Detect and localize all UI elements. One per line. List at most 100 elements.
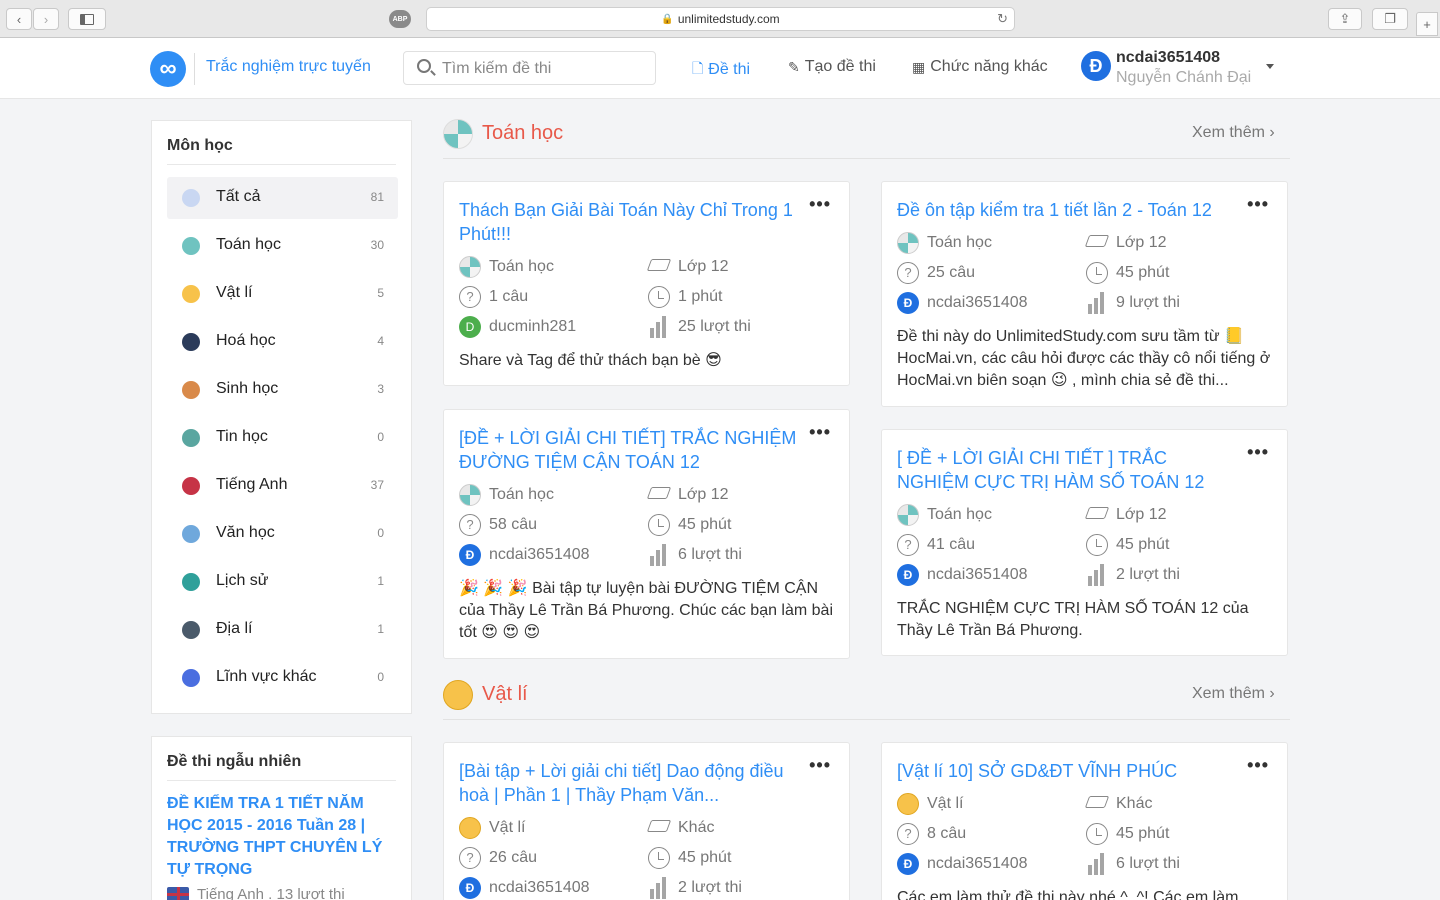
exam-questions: ? 8 câu xyxy=(897,823,966,845)
random-exam-link[interactable]: ĐỀ KIỂM TRA 1 TIẾT NĂM HỌC 2015 - 2016 T… xyxy=(167,793,402,881)
section-title[interactable]: Vật lí xyxy=(482,683,528,706)
exam-card[interactable]: ••• Thách Bạn Giải Bài Toán Này Chỉ Trong… xyxy=(443,181,850,386)
reload-icon[interactable]: ↻ xyxy=(997,11,1008,27)
subject-item[interactable]: Vật lí 5 xyxy=(167,273,398,315)
subject-count: 30 xyxy=(370,238,384,252)
sidebar-toggle-button[interactable] xyxy=(68,8,106,30)
exam-author[interactable]: Đncdai3651408 xyxy=(897,853,1028,875)
subject-label: Văn học xyxy=(216,524,275,541)
author-avatar: Đ xyxy=(897,292,919,314)
exam-subject: Toán học xyxy=(459,484,554,506)
subject-item[interactable]: Tất cả 81 xyxy=(167,177,398,219)
subject-item[interactable]: Tiếng Anh 37 xyxy=(167,465,398,507)
graduation-cap-icon xyxy=(648,484,670,506)
username[interactable]: ncdai3651408 xyxy=(1116,49,1220,67)
subject-item[interactable]: Văn học 0 xyxy=(167,513,398,555)
brand-name[interactable]: Trắc nghiệm trực tuyến xyxy=(206,58,371,76)
subject-item[interactable]: Sinh học 3 xyxy=(167,369,398,411)
share-button[interactable]: ⇪ xyxy=(1328,8,1362,30)
more-options-icon[interactable]: ••• xyxy=(809,755,831,776)
subject-item[interactable]: Lĩnh vực khác 0 xyxy=(167,657,398,699)
new-tab-button[interactable]: + xyxy=(1416,12,1438,36)
more-options-icon[interactable]: ••• xyxy=(1247,755,1269,776)
exam-author[interactable]: Đncdai3651408 xyxy=(897,292,1028,314)
subject-item[interactable]: Địa lí 1 xyxy=(167,609,398,651)
see-more-link[interactable]: Xem thêm › xyxy=(1192,124,1275,142)
back-button[interactable]: ‹ xyxy=(6,8,32,30)
more-options-icon[interactable]: ••• xyxy=(809,194,831,215)
subject-item[interactable]: Tin học 0 xyxy=(167,417,398,459)
see-more-link[interactable]: Xem thêm › xyxy=(1192,685,1275,703)
exam-author[interactable]: Đncdai3651408 xyxy=(897,564,1028,586)
subject-count: 4 xyxy=(377,334,384,348)
more-options-icon[interactable]: ••• xyxy=(1247,194,1269,215)
exam-subject: Toán học xyxy=(897,232,992,254)
divider xyxy=(443,719,1290,720)
search-box[interactable] xyxy=(403,51,656,85)
exam-plays: 2 lượt thi xyxy=(648,877,742,899)
address-bar[interactable]: 🔒 unlimitedstudy.com ↻ xyxy=(426,7,1015,31)
meta-text: 26 câu xyxy=(489,849,538,866)
nav-chuc-nang-khac[interactable]: ▦ Chức năng khác xyxy=(912,58,1048,76)
exam-plays: 6 lượt thi xyxy=(1086,853,1180,875)
exam-title[interactable]: Đề ôn tập kiểm tra 1 tiết lần 2 - Toán 1… xyxy=(897,198,1242,222)
math-icon xyxy=(443,119,473,149)
divider xyxy=(167,780,396,781)
exam-card[interactable]: ••• [Bài tập + Lời giải chi tiết] Dao độn… xyxy=(443,742,850,900)
subject-label: Tin học xyxy=(216,428,268,445)
exam-card[interactable]: ••• [Vật lí 10] SỞ GD&ĐT VĨNH PHÚC Vật lí K… xyxy=(881,742,1288,900)
subject-count: 1 xyxy=(377,622,384,636)
nav-label: Đề thi xyxy=(708,61,751,78)
exam-author[interactable]: Đncdai3651408 xyxy=(459,877,590,899)
subject-item[interactable]: Toán học 30 xyxy=(167,225,398,267)
graduation-cap-icon xyxy=(1086,232,1108,254)
tabs-button[interactable]: ❐ xyxy=(1372,8,1408,30)
clock-icon xyxy=(1086,262,1108,284)
exam-grade: Khác xyxy=(1086,793,1152,815)
meta-text: Toán học xyxy=(927,506,992,523)
section-title[interactable]: Toán học xyxy=(482,122,563,145)
clock-icon xyxy=(1086,534,1108,556)
more-options-icon[interactable]: ••• xyxy=(1247,442,1269,463)
meta-text: ncdai3651408 xyxy=(927,855,1028,872)
meta-text: Vật lí xyxy=(927,795,964,812)
meta-text: 1 câu xyxy=(489,288,529,305)
exam-author[interactable]: Dducminh281 xyxy=(459,316,576,338)
physics-icon xyxy=(443,680,473,710)
exam-card[interactable]: ••• [ĐỀ + LỜI GIẢI CHI TIẾT] TRẮC NGHIỆM … xyxy=(443,409,850,659)
subject-icon xyxy=(182,189,200,207)
exam-title[interactable]: [Vật lí 10] SỞ GD&ĐT VĨNH PHÚC xyxy=(897,759,1242,783)
chevron-left-icon: ‹ xyxy=(16,11,22,27)
exam-time: 45 phút xyxy=(648,514,731,536)
exam-title[interactable]: [ĐỀ + LỜI GIẢI CHI TIẾT] TRẮC NGHIỆM ĐƯỜ… xyxy=(459,426,804,474)
adblock-icon[interactable]: ABP xyxy=(389,10,411,28)
exam-title[interactable]: Thách Bạn Giải Bài Toán Này Chỉ Trong 1 … xyxy=(459,198,804,246)
meta-text: 41 câu xyxy=(927,536,976,553)
meta-text: Lớp 12 xyxy=(1116,234,1167,251)
nav-de-thi[interactable]: 🗋 Đề thi xyxy=(692,58,750,82)
bar-chart-icon xyxy=(648,877,670,899)
exam-description: 🎉 🎉 🎉 Bài tập tự luyện bài ĐƯỜNG TIỆM CẬ… xyxy=(459,580,834,641)
share-icon: ⇪ xyxy=(1339,11,1351,26)
meta-text: Lớp 12 xyxy=(1116,506,1167,523)
exam-title[interactable]: [ ĐỀ + LỜI GIẢI CHI TIẾT ] TRẮC NGHIỆM C… xyxy=(897,446,1242,494)
subject-item[interactable]: Lịch sử 1 xyxy=(167,561,398,603)
exam-time: 45 phút xyxy=(1086,534,1169,556)
forward-button[interactable]: › xyxy=(33,8,59,30)
exam-description: Các em làm thử đề thi này nhé ^_^! Các e… xyxy=(897,889,1239,900)
meta-text: 45 phút xyxy=(1116,536,1170,553)
avatar[interactable]: Đ xyxy=(1081,51,1111,81)
exam-author[interactable]: Đncdai3651408 xyxy=(459,544,590,566)
search-input[interactable] xyxy=(442,58,647,80)
nav-tao-de-thi[interactable]: ✎ Tạo đề thi xyxy=(788,58,876,76)
subject-item[interactable]: Hoá học 4 xyxy=(167,321,398,363)
user-full-name: Nguyễn Chánh Đại xyxy=(1116,69,1252,86)
exam-card[interactable]: •••[ ĐỀ + LỜI GIẢI CHI TIẾT ] TRẮC NGHIỆ… xyxy=(881,429,1288,656)
exam-card[interactable]: ••• Đề ôn tập kiểm tra 1 tiết lần 2 - Toá… xyxy=(881,181,1288,407)
more-options-icon[interactable]: ••• xyxy=(809,422,831,443)
meta-text: 45 phút xyxy=(678,849,732,866)
meta-text: 1 phút xyxy=(678,288,723,305)
infinity-logo-icon[interactable]: ∞ xyxy=(150,51,186,87)
caret-down-icon[interactable] xyxy=(1266,64,1274,69)
exam-title[interactable]: [Bài tập + Lời giải chi tiết] Dao động đ… xyxy=(459,759,804,807)
